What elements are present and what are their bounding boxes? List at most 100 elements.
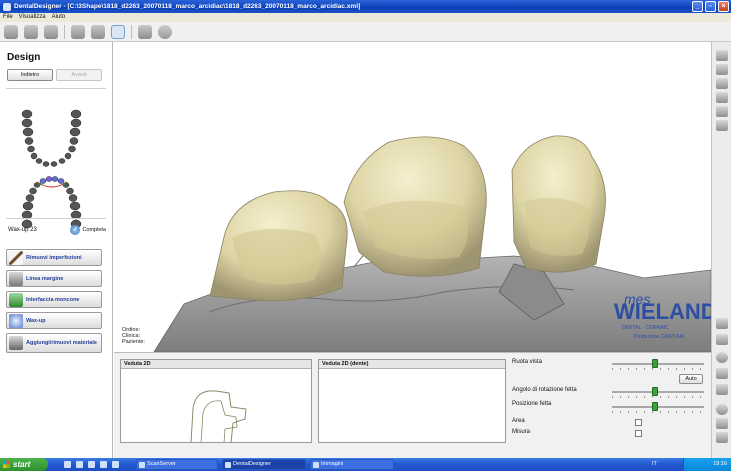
divider-2 [6,218,106,219]
quicklaunch-ie-icon[interactable] [64,461,71,468]
zoom-icon[interactable] [716,432,728,443]
task-label: ScanServer [147,461,176,467]
3d-viewport[interactable]: WIELAND mes DENTAL · CERAMIC Produzione … [114,42,711,352]
watermark-prefix: mes [624,291,650,307]
language-indicator[interactable]: IT [652,458,657,471]
auto-button[interactable]: Auto [679,374,703,384]
menu-view[interactable]: Visualizza [19,13,46,22]
step-remove-imperfections[interactable]: Rimuovi imperfezioni [6,249,102,266]
task-label: Immagini [321,461,344,467]
watermark-tagline: DENTAL · CERAMIC [622,325,669,331]
folder-icon [313,462,319,468]
back-arrow-icon[interactable] [4,24,18,39]
slice-position-slider[interactable] [612,402,704,413]
transparency-icon[interactable] [716,368,728,379]
view-top-icon[interactable] [716,78,728,89]
task-immagini[interactable]: Immagini [310,459,394,470]
menu-file[interactable]: File [3,13,13,22]
step-wax-up[interactable]: Wax-up [6,312,102,329]
patient-label: Paziente: [122,339,145,345]
die-interface-icon [9,292,23,307]
scan-icon[interactable] [71,24,85,39]
case-info: Ordine: Clinica: Paziente: [122,327,145,345]
add-material-icon [9,336,23,350]
view-side-icon[interactable] [716,64,728,75]
rotate-model-icon[interactable] [44,24,58,39]
view-left-icon[interactable] [716,106,728,117]
start-button[interactable]: start [0,458,48,471]
wax-up-icon [9,313,23,328]
menu-help[interactable]: Aiuto [52,13,66,22]
app-icon [225,462,231,468]
quicklaunch-explorer-icon[interactable] [88,461,95,468]
step-label: Rimuovi imperfezioni [26,254,82,261]
start-label: start [13,460,31,469]
step-label: Wax-up [26,317,46,324]
light-icon[interactable] [716,352,728,363]
measure-label: Misura [512,429,531,435]
slice-position-label: Posizione fetta [512,401,552,407]
view-2d-tooth-panel[interactable]: Veduta 2D (dente) [318,359,506,443]
measure-icon[interactable] [716,318,728,329]
back-button[interactable]: Indietro [7,69,53,81]
annotate-icon[interactable] [716,384,728,395]
complete-button[interactable]: ✓ Completa [70,225,106,235]
area-checkbox[interactable] [635,419,642,426]
pan-icon[interactable] [716,418,728,429]
close-button[interactable]: × [718,1,729,12]
app-icon [3,3,11,11]
design-steps: Rimuovi imperfezioni Linea margine Inter… [6,249,102,353]
open-model-icon[interactable] [24,24,38,39]
toolbar-separator [64,24,65,39]
watermark-sub: Produzione CAD/CAM [634,334,684,340]
view-2d-panel[interactable]: Veduta 2D [120,359,312,444]
checkmark-icon: ✓ [70,225,81,235]
design-panel: Design Indietro Avanti Wax-up 23 ✓ Compl… [0,42,113,458]
view-2d-title: Veduta 2D [121,360,311,369]
quicklaunch-app-icon[interactable] [112,461,119,468]
slice-angle-slider[interactable] [612,387,704,398]
area-label: Area [512,418,525,424]
dental-model-render: WIELAND mes DENTAL · CERAMIC Produzione … [153,135,711,352]
tooth-icon[interactable] [91,24,105,39]
minimize-button[interactable]: _ [692,1,703,12]
design-icon[interactable] [111,24,125,39]
maximize-button[interactable]: ▫ [705,1,716,12]
task-dentaldesigner[interactable]: DentalDesigner [222,459,306,470]
rotate-icon[interactable] [716,404,728,415]
task-scanserver[interactable]: ScanServer [136,459,218,470]
back-label: Indietro [20,72,40,78]
tooth-label: Wax-up 23 [8,227,37,233]
task-label: DentalDesigner [233,461,271,467]
app-icon [139,462,145,468]
brush-icon [9,250,23,265]
windows-logo-icon [3,461,10,468]
measure-checkbox[interactable] [635,430,642,437]
dental-arch-chart[interactable] [18,104,90,234]
step-add-remove-material[interactable]: Aggiungi/rimuovi materiale [6,333,102,353]
quicklaunch-media-icon[interactable] [100,461,107,468]
window-titlebar: DentalDesigner - [C:\3Shape\1818_d2263_2… [0,0,731,13]
crown-icon[interactable] [138,24,152,39]
rotate-view-slider[interactable] [612,359,704,370]
quicklaunch-desktop-icon[interactable] [76,461,83,468]
step-label: Linea margine [26,275,64,282]
view-2d-tooth-title: Veduta 2D (dente) [319,360,505,369]
margin-line-icon [9,271,23,286]
step-label: Interfaccia moncone [26,296,80,303]
view-front-icon[interactable] [716,50,728,61]
taskbar: start ScanServer DentalDesigner Immagini… [0,458,731,471]
view-bottom-icon[interactable] [716,92,728,103]
step-margin-line[interactable]: Linea margine [6,270,102,287]
rotate-view-label: Ruota vista [512,359,543,365]
cross-section-plot [190,390,247,444]
section-icon[interactable] [716,334,728,345]
view-toolbar [711,42,731,458]
system-tray: 19:16 [683,458,731,471]
export-icon[interactable] [158,24,172,39]
view-right-icon[interactable] [716,120,728,131]
next-button[interactable]: Avanti [56,69,102,81]
step-die-interface[interactable]: Interfaccia moncone [6,291,102,308]
window-title: DentalDesigner - [C:\3Shape\1818_d2263_2… [14,3,361,10]
menu-bar: File Visualizza Aiuto [0,13,731,22]
